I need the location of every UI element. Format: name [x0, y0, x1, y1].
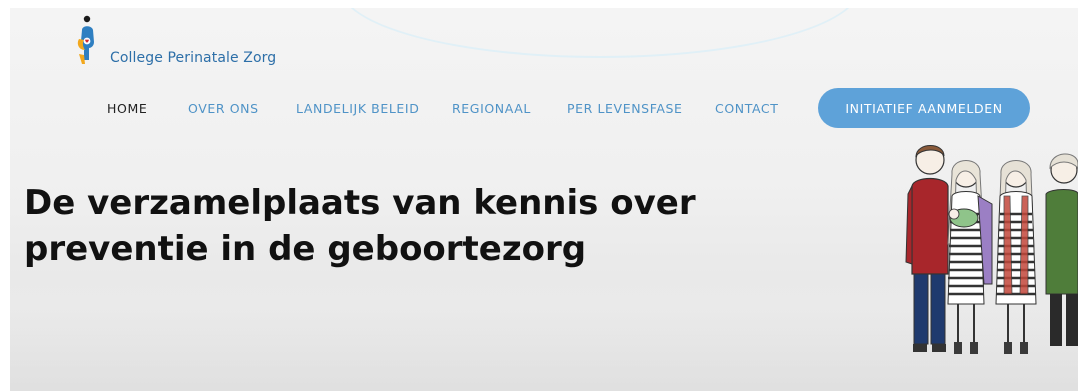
nav-per-levensfase[interactable]: PER LEVENSFASE: [567, 101, 683, 116]
mother-figure: [947, 160, 993, 354]
site-logo[interactable]: College Perinatale Zorg: [76, 14, 276, 66]
nav-regionaal[interactable]: REGIONAAL: [452, 101, 531, 116]
logo-text: College Perinatale Zorg: [110, 50, 277, 66]
main-navigation: HOME OVER ONS LANDELIJK BELEID REGIONAAL…: [0, 88, 1078, 128]
father-figure: [905, 145, 949, 352]
initiatief-aanmelden-button[interactable]: INITIATIEF AANMELDEN: [818, 88, 1030, 128]
family-illustration: [900, 134, 1078, 364]
mother-and-child-icon: [76, 14, 102, 66]
hero-headline-line-2: preventie in de geboortezorg: [24, 229, 587, 269]
nav-home[interactable]: HOME: [107, 101, 147, 116]
nav-landelijk-beleid[interactable]: LANDELIJK BELEID: [296, 101, 419, 116]
decorative-arc: [340, 8, 860, 58]
nav-contact[interactable]: CONTACT: [715, 101, 778, 116]
nav-over-ons[interactable]: OVER ONS: [188, 101, 259, 116]
woman-figure: [995, 160, 1037, 354]
man-figure: [1045, 153, 1078, 346]
hero-headline-line-1: De verzamelplaats van kennis over: [24, 183, 696, 223]
hero-headline: De verzamelplaats van kennis over preven…: [24, 180, 724, 272]
